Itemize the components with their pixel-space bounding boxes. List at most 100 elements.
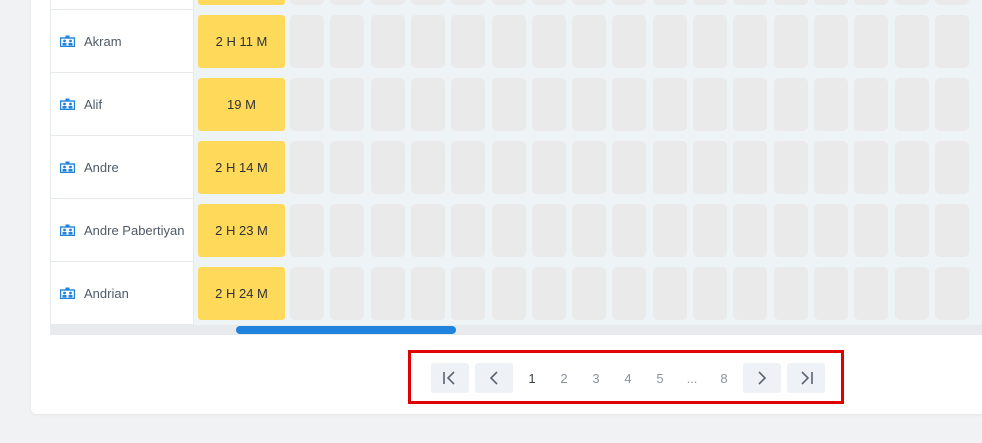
time-slot[interactable]	[693, 267, 727, 320]
time-slot[interactable]	[693, 15, 727, 68]
time-slot[interactable]	[813, 78, 848, 131]
time-slot[interactable]	[290, 15, 324, 68]
time-slot[interactable]	[330, 0, 365, 5]
time-slot[interactable]	[451, 204, 486, 257]
time-slot[interactable]	[451, 141, 486, 194]
time-slot[interactable]	[733, 0, 768, 5]
time-slot[interactable]	[370, 0, 405, 5]
time-slot[interactable]	[934, 204, 969, 257]
time-slot[interactable]	[531, 78, 566, 131]
time-slot[interactable]	[612, 15, 647, 68]
time-slot[interactable]	[451, 78, 486, 131]
time-slot[interactable]	[652, 78, 687, 131]
time-slot[interactable]	[572, 78, 607, 131]
time-slot[interactable]	[290, 267, 324, 320]
page-number[interactable]: 1	[519, 363, 545, 393]
time-slot[interactable]	[491, 267, 526, 320]
time-slot[interactable]	[330, 15, 365, 68]
time-slot[interactable]	[491, 78, 526, 131]
page-number[interactable]: 8	[711, 363, 737, 393]
last-page-button[interactable]	[787, 363, 825, 393]
duration-badge[interactable]: 2 H 11 M	[198, 15, 285, 68]
time-slot[interactable]	[612, 267, 647, 320]
time-slot[interactable]	[813, 204, 848, 257]
time-slot[interactable]	[410, 78, 445, 131]
duration-badge[interactable]: 2 H 14 M	[198, 141, 285, 194]
page-number[interactable]: 4	[615, 363, 641, 393]
time-slot[interactable]	[773, 78, 808, 131]
member-name[interactable]: Alif	[84, 97, 102, 112]
time-slot[interactable]	[854, 15, 889, 68]
time-slot[interactable]	[531, 15, 566, 68]
time-slot[interactable]	[290, 0, 324, 5]
time-slot[interactable]	[451, 15, 486, 68]
time-slot[interactable]	[894, 0, 929, 5]
time-slot[interactable]	[410, 267, 445, 320]
scrollbar-thumb[interactable]	[236, 326, 456, 334]
time-slot[interactable]	[693, 78, 727, 131]
time-slot[interactable]	[934, 267, 969, 320]
time-slot[interactable]	[370, 267, 405, 320]
time-slot[interactable]	[854, 204, 889, 257]
time-slot[interactable]	[854, 78, 889, 131]
time-slot[interactable]	[612, 204, 647, 257]
time-slot[interactable]	[652, 0, 687, 5]
member-name[interactable]: Andrian	[84, 286, 129, 301]
time-slot[interactable]	[854, 141, 889, 194]
time-slot[interactable]	[934, 78, 969, 131]
time-slot[interactable]	[330, 141, 365, 194]
member-name[interactable]: Andre Pabertiyan	[84, 223, 184, 238]
time-slot[interactable]	[813, 0, 848, 5]
time-slot[interactable]	[733, 204, 768, 257]
next-page-button[interactable]	[743, 363, 781, 393]
time-slot[interactable]	[491, 0, 526, 5]
page-number[interactable]: 2	[551, 363, 577, 393]
time-slot[interactable]	[934, 0, 969, 5]
time-slot[interactable]	[410, 0, 445, 5]
time-slot[interactable]	[773, 0, 808, 5]
time-slot[interactable]	[854, 0, 889, 5]
time-slot[interactable]	[612, 0, 647, 5]
member-name[interactable]: Andre	[84, 160, 119, 175]
time-slot[interactable]	[934, 15, 969, 68]
time-slot[interactable]	[410, 141, 445, 194]
member-name[interactable]: Akram	[84, 34, 122, 49]
time-slot[interactable]	[572, 204, 607, 257]
time-slot[interactable]	[290, 141, 324, 194]
time-slot[interactable]	[693, 141, 727, 194]
time-slot[interactable]	[572, 15, 607, 68]
time-slot[interactable]	[894, 15, 929, 68]
time-slot[interactable]	[290, 78, 324, 131]
time-slot[interactable]	[652, 141, 687, 194]
page-number[interactable]: 3	[583, 363, 609, 393]
time-slot[interactable]	[733, 78, 768, 131]
time-slot[interactable]	[934, 141, 969, 194]
time-slot[interactable]	[813, 15, 848, 68]
time-slot[interactable]	[894, 78, 929, 131]
time-slot[interactable]	[531, 0, 566, 5]
horizontal-scrollbar[interactable]	[50, 325, 982, 335]
page-number[interactable]: 5	[647, 363, 673, 393]
time-slot[interactable]	[491, 204, 526, 257]
time-slot[interactable]	[773, 267, 808, 320]
time-slot[interactable]	[894, 204, 929, 257]
time-slot[interactable]	[773, 141, 808, 194]
time-slot[interactable]	[370, 141, 405, 194]
time-slot[interactable]	[531, 141, 566, 194]
time-slot[interactable]	[894, 267, 929, 320]
time-slot[interactable]	[290, 204, 324, 257]
time-slot[interactable]	[531, 267, 566, 320]
time-slot[interactable]	[330, 267, 365, 320]
duration-badge[interactable]	[198, 0, 285, 5]
time-slot[interactable]	[491, 141, 526, 194]
time-slot[interactable]	[693, 204, 727, 257]
time-slot[interactable]	[773, 204, 808, 257]
time-slot[interactable]	[330, 78, 365, 131]
time-slot[interactable]	[531, 204, 566, 257]
prev-page-button[interactable]	[475, 363, 513, 393]
time-slot[interactable]	[572, 0, 607, 5]
time-slot[interactable]	[813, 141, 848, 194]
time-slot[interactable]	[370, 15, 405, 68]
time-slot[interactable]	[370, 78, 405, 131]
time-slot[interactable]	[410, 204, 445, 257]
